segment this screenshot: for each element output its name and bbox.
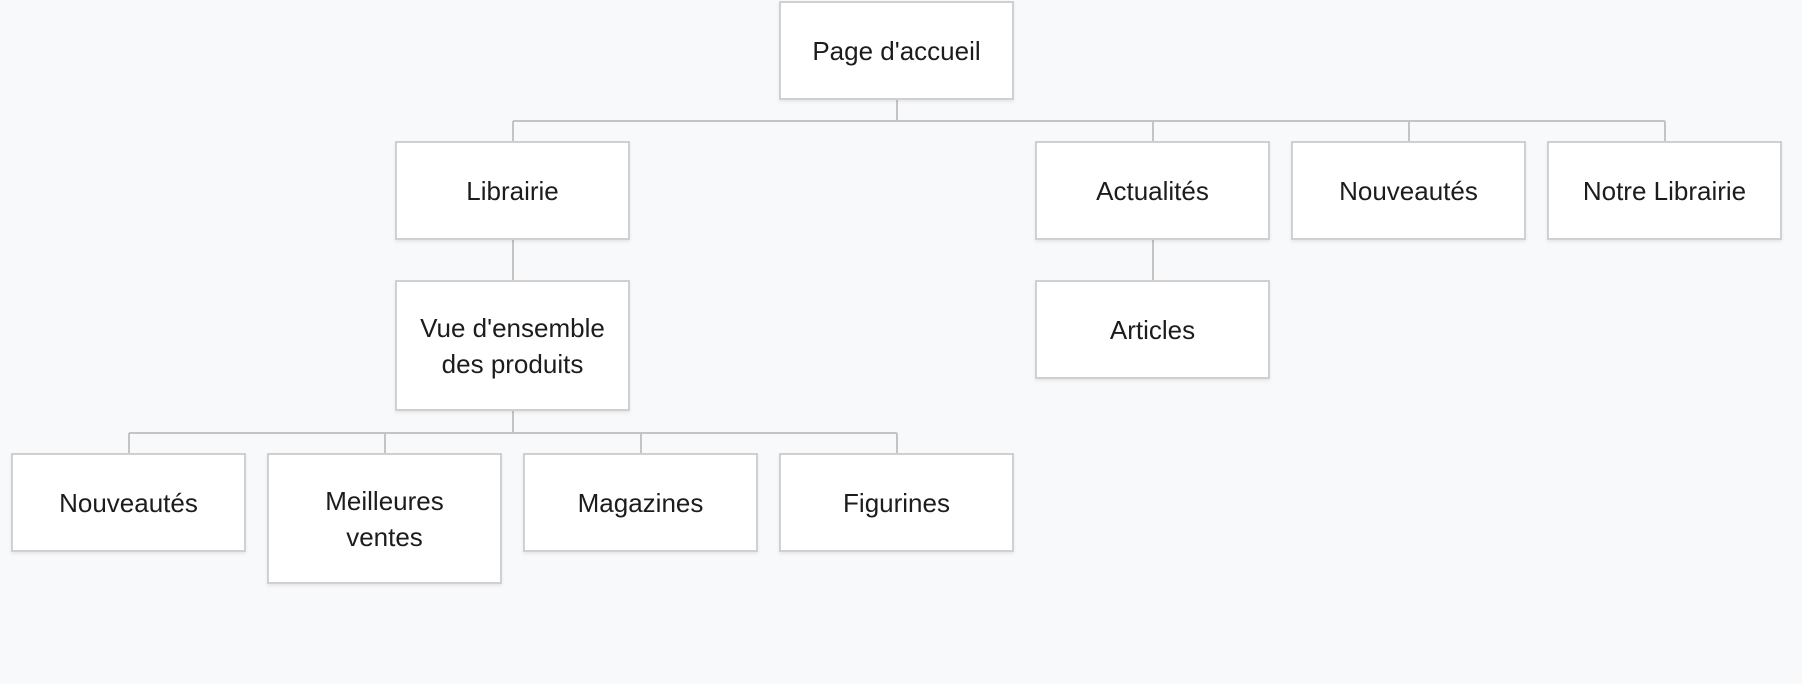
node-label: Librairie: [466, 175, 559, 206]
node-label: Page d'accueil: [812, 35, 981, 66]
node-nouveautes-top[interactable]: Nouveautés: [1291, 141, 1526, 240]
node-label: Figurines: [843, 487, 950, 518]
node-actualites[interactable]: Actualités: [1035, 141, 1270, 240]
node-figurines[interactable]: Figurines: [779, 453, 1014, 552]
node-label: Actualités: [1096, 175, 1209, 206]
node-vue-ensemble-produits[interactable]: Vue d'ensemble des produits: [395, 280, 630, 411]
node-label-line1: Vue d'ensemble: [420, 312, 605, 343]
node-articles[interactable]: Articles: [1035, 280, 1270, 379]
node-librairie[interactable]: Librairie: [395, 141, 630, 240]
node-label-line2: ventes: [346, 521, 423, 552]
node-label: Nouveautés: [59, 487, 198, 518]
node-magazines[interactable]: Magazines: [523, 453, 758, 552]
node-label: Magazines: [577, 487, 704, 518]
node-label: Nouveautés: [1339, 175, 1478, 206]
node-notre-librairie[interactable]: Notre Librairie: [1547, 141, 1782, 240]
node-label: Articles: [1109, 314, 1196, 345]
node-label-line2: des produits: [441, 348, 584, 379]
node-page-accueil[interactable]: Page d'accueil: [779, 1, 1014, 100]
node-label-line1: Meilleures: [325, 485, 444, 516]
node-meilleures-ventes[interactable]: Meilleures ventes: [267, 453, 502, 584]
node-label: Notre Librairie: [1582, 175, 1747, 206]
node-nouveautes-sub[interactable]: Nouveautés: [11, 453, 246, 552]
